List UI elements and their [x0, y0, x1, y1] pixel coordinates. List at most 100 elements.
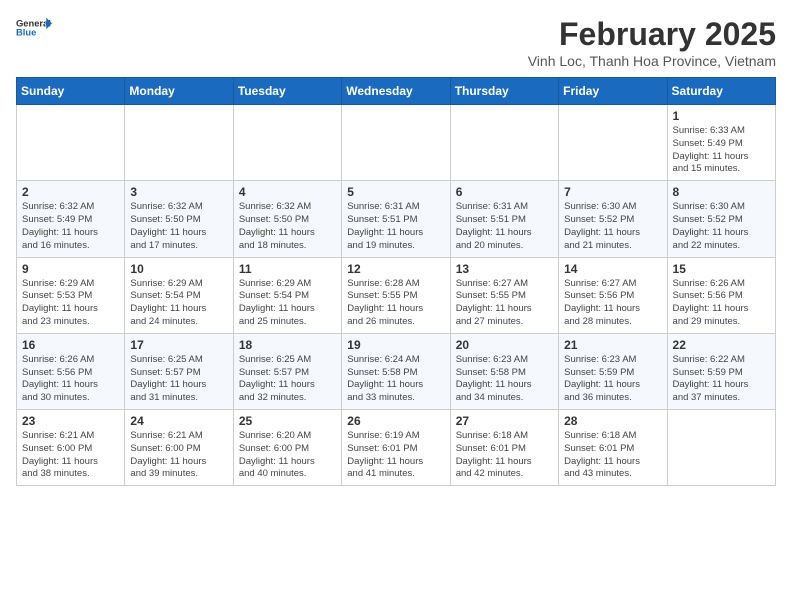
day-number: 15 [673, 262, 770, 276]
day-number: 5 [347, 185, 444, 199]
svg-text:General: General [16, 18, 51, 28]
day-number: 9 [22, 262, 119, 276]
day-number: 18 [239, 338, 336, 352]
calendar-week-row: 16Sunrise: 6:26 AM Sunset: 5:56 PM Dayli… [17, 333, 776, 409]
day-number: 6 [456, 185, 553, 199]
day-number: 16 [22, 338, 119, 352]
day-number: 11 [239, 262, 336, 276]
day-number: 28 [564, 414, 661, 428]
day-info: Sunrise: 6:27 AM Sunset: 5:56 PM Dayligh… [564, 278, 661, 329]
day-info: Sunrise: 6:29 AM Sunset: 5:54 PM Dayligh… [239, 278, 336, 329]
day-info: Sunrise: 6:23 AM Sunset: 5:58 PM Dayligh… [456, 354, 553, 405]
weekday-header-cell: Monday [125, 78, 233, 105]
weekday-header-cell: Sunday [17, 78, 125, 105]
day-info: Sunrise: 6:28 AM Sunset: 5:55 PM Dayligh… [347, 278, 444, 329]
weekday-header-cell: Friday [559, 78, 667, 105]
calendar-day-cell: 16Sunrise: 6:26 AM Sunset: 5:56 PM Dayli… [17, 333, 125, 409]
day-info: Sunrise: 6:18 AM Sunset: 6:01 PM Dayligh… [456, 430, 553, 481]
calendar-day-cell: 23 Sunrise: 6:21 AM Sunset: 6:00 PM Dayli… [17, 410, 125, 486]
logo: General Blue [16, 16, 52, 38]
calendar-day-cell [17, 105, 125, 181]
day-info: Sunrise: 6:30 AM Sunset: 5:52 PM Dayligh… [564, 201, 661, 252]
calendar-day-cell: 26Sunrise: 6:19 AM Sunset: 6:01 PM Dayli… [342, 410, 450, 486]
calendar-day-cell: 19 Sunrise: 6:24 AM Sunset: 5:58 PM Dayli… [342, 333, 450, 409]
month-year-title: February 2025 [528, 16, 776, 53]
calendar-week-row: 2 Sunrise: 6:32 AM Sunset: 5:49 PM Daylig… [17, 181, 776, 257]
day-info: Sunrise: 6:26 AM Sunset: 5:56 PM Dayligh… [673, 278, 770, 329]
day-number: 8 [673, 185, 770, 199]
day-number: 2 [22, 185, 119, 199]
title-section: February 2025 Vinh Loc, Thanh Hoa Provin… [528, 16, 776, 69]
calendar-day-cell: 2 Sunrise: 6:32 AM Sunset: 5:49 PM Daylig… [17, 181, 125, 257]
location-subtitle: Vinh Loc, Thanh Hoa Province, Vietnam [528, 53, 776, 69]
day-number: 24 [130, 414, 227, 428]
calendar-day-cell [450, 105, 558, 181]
weekday-header-row: SundayMondayTuesdayWednesdayThursdayFrid… [17, 78, 776, 105]
day-info: Sunrise: 6:25 AM Sunset: 5:57 PM Dayligh… [130, 354, 227, 405]
calendar-day-cell: 18Sunrise: 6:25 AM Sunset: 5:57 PM Dayli… [233, 333, 341, 409]
calendar-day-cell: 13Sunrise: 6:27 AM Sunset: 5:55 PM Dayli… [450, 257, 558, 333]
calendar-day-cell [667, 410, 775, 486]
day-number: 20 [456, 338, 553, 352]
calendar-day-cell: 15 Sunrise: 6:26 AM Sunset: 5:56 PM Dayli… [667, 257, 775, 333]
day-info: Sunrise: 6:31 AM Sunset: 5:51 PM Dayligh… [456, 201, 553, 252]
day-info: Sunrise: 6:29 AM Sunset: 5:54 PM Dayligh… [130, 278, 227, 329]
day-info: Sunrise: 6:22 AM Sunset: 5:59 PM Dayligh… [673, 354, 770, 405]
day-number: 23 [22, 414, 119, 428]
day-number: 26 [347, 414, 444, 428]
calendar-day-cell: 7Sunrise: 6:30 AM Sunset: 5:52 PM Daylig… [559, 181, 667, 257]
day-number: 25 [239, 414, 336, 428]
day-info: Sunrise: 6:32 AM Sunset: 5:50 PM Dayligh… [239, 201, 336, 252]
day-number: 19 [347, 338, 444, 352]
calendar-day-cell: 8 Sunrise: 6:30 AM Sunset: 5:52 PM Daylig… [667, 181, 775, 257]
svg-text:Blue: Blue [16, 28, 36, 38]
day-number: 22 [673, 338, 770, 352]
calendar-day-cell: 10Sunrise: 6:29 AM Sunset: 5:54 PM Dayli… [125, 257, 233, 333]
calendar-day-cell [342, 105, 450, 181]
calendar-day-cell: 5 Sunrise: 6:31 AM Sunset: 5:51 PM Daylig… [342, 181, 450, 257]
calendar-day-cell: 21Sunrise: 6:23 AM Sunset: 5:59 PM Dayli… [559, 333, 667, 409]
calendar-day-cell: 22 Sunrise: 6:22 AM Sunset: 5:59 PM Dayli… [667, 333, 775, 409]
day-info: Sunrise: 6:18 AM Sunset: 6:01 PM Dayligh… [564, 430, 661, 481]
day-info: Sunrise: 6:31 AM Sunset: 5:51 PM Dayligh… [347, 201, 444, 252]
day-number: 1 [673, 109, 770, 123]
calendar-table: SundayMondayTuesdayWednesdayThursdayFrid… [16, 77, 776, 486]
calendar-day-cell: 27 Sunrise: 6:18 AM Sunset: 6:01 PM Dayli… [450, 410, 558, 486]
day-info: Sunrise: 6:21 AM Sunset: 6:00 PM Dayligh… [130, 430, 227, 481]
calendar-day-cell: 9Sunrise: 6:29 AM Sunset: 5:53 PM Daylig… [17, 257, 125, 333]
day-info: Sunrise: 6:32 AM Sunset: 5:49 PM Dayligh… [22, 201, 119, 252]
day-info: Sunrise: 6:33 AM Sunset: 5:49 PM Dayligh… [673, 125, 770, 176]
calendar-week-row: 1 Sunrise: 6:33 AM Sunset: 5:49 PM Daylig… [17, 105, 776, 181]
page-header: General Blue February 2025 Vinh Loc, Tha… [16, 16, 776, 69]
calendar-day-cell: 24 Sunrise: 6:21 AM Sunset: 6:00 PM Dayli… [125, 410, 233, 486]
calendar-day-cell: 3 Sunrise: 6:32 AM Sunset: 5:50 PM Daylig… [125, 181, 233, 257]
weekday-header-cell: Tuesday [233, 78, 341, 105]
day-info: Sunrise: 6:21 AM Sunset: 6:00 PM Dayligh… [22, 430, 119, 481]
calendar-day-cell: 4 Sunrise: 6:32 AM Sunset: 5:50 PM Daylig… [233, 181, 341, 257]
calendar-day-cell: 12Sunrise: 6:28 AM Sunset: 5:55 PM Dayli… [342, 257, 450, 333]
calendar-day-cell: 6 Sunrise: 6:31 AM Sunset: 5:51 PM Daylig… [450, 181, 558, 257]
day-number: 14 [564, 262, 661, 276]
calendar-day-cell [559, 105, 667, 181]
calendar-day-cell [125, 105, 233, 181]
calendar-day-cell: 20 Sunrise: 6:23 AM Sunset: 5:58 PM Dayli… [450, 333, 558, 409]
calendar-body: 1 Sunrise: 6:33 AM Sunset: 5:49 PM Daylig… [17, 105, 776, 486]
weekday-header-cell: Wednesday [342, 78, 450, 105]
day-info: Sunrise: 6:20 AM Sunset: 6:00 PM Dayligh… [239, 430, 336, 481]
day-info: Sunrise: 6:23 AM Sunset: 5:59 PM Dayligh… [564, 354, 661, 405]
calendar-day-cell [233, 105, 341, 181]
weekday-header-cell: Saturday [667, 78, 775, 105]
calendar-week-row: 23 Sunrise: 6:21 AM Sunset: 6:00 PM Dayli… [17, 410, 776, 486]
day-info: Sunrise: 6:24 AM Sunset: 5:58 PM Dayligh… [347, 354, 444, 405]
calendar-day-cell: 1 Sunrise: 6:33 AM Sunset: 5:49 PM Daylig… [667, 105, 775, 181]
day-number: 27 [456, 414, 553, 428]
day-info: Sunrise: 6:30 AM Sunset: 5:52 PM Dayligh… [673, 201, 770, 252]
logo-icon: General Blue [16, 16, 52, 38]
calendar-day-cell: 28 Sunrise: 6:18 AM Sunset: 6:01 PM Dayli… [559, 410, 667, 486]
day-info: Sunrise: 6:32 AM Sunset: 5:50 PM Dayligh… [130, 201, 227, 252]
day-number: 17 [130, 338, 227, 352]
calendar-day-cell: 25 Sunrise: 6:20 AM Sunset: 6:00 PM Dayli… [233, 410, 341, 486]
calendar-day-cell: 17 Sunrise: 6:25 AM Sunset: 5:57 PM Dayli… [125, 333, 233, 409]
day-number: 4 [239, 185, 336, 199]
day-number: 3 [130, 185, 227, 199]
